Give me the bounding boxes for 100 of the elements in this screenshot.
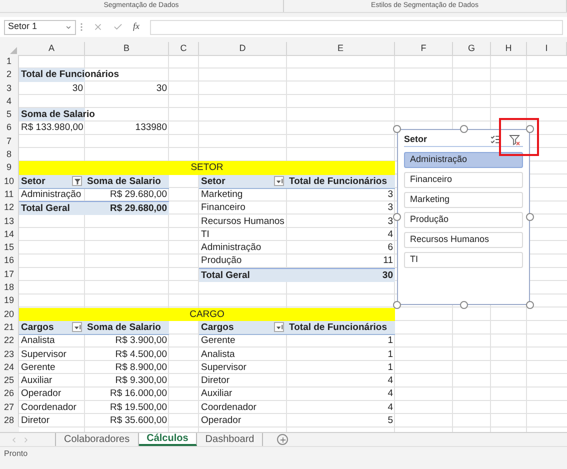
total-cell: R$ 29.680,00 [85,201,169,216]
row-number[interactable]: 18 [0,281,19,294]
table-cell-text: R$ 3.900,00 [114,334,168,348]
row-number[interactable]: 4 [0,94,19,108]
table-cell-text: 1 [386,334,394,348]
row-number[interactable]: 14 [0,228,19,242]
clear-filter-icon[interactable] [509,134,521,146]
slicer-item[interactable]: Marketing [404,192,523,208]
add-sheet-button[interactable] [277,434,288,445]
table-cell-text: Recursos Humanos [200,214,286,228]
row-number[interactable]: 17 [0,268,19,282]
sort-button[interactable] [72,322,82,332]
row-number[interactable]: 24 [0,360,19,374]
table-cell-text: 11 [382,254,394,268]
table-cell-text: 30 [71,82,84,95]
table-cell-text: Coordenador [200,400,258,414]
row-number[interactable]: 1 [0,55,19,68]
total-cell: 30 [287,268,395,282]
table-cell-text: 4 [386,374,394,388]
row-number[interactable]: 13 [0,214,19,228]
row-number[interactable]: 6 [0,121,19,135]
slicer-item[interactable]: Produção [404,212,523,228]
sheet-tab[interactable]: Dashboard [197,433,264,446]
table-cell-text: R$ 29.680,00 [108,188,168,202]
table-cell-text: R$ 16.000,00 [108,387,168,401]
row-number[interactable]: 22 [0,334,19,348]
formula-input[interactable] [150,20,563,34]
header-cell: Soma de Salario [85,320,169,335]
status-text: Pronto [4,448,28,460]
header-cell: Soma de Salario [85,174,169,189]
table-cell-text: R$ 9.300,00 [114,374,168,388]
slicer-title: Setor [404,132,428,146]
table-cell-text: 3 [386,201,394,216]
filter-button[interactable] [72,176,82,186]
cell-text: Cargos [21,320,54,334]
cell-text: Setor [201,174,226,188]
table-cell-text: Coordenador [20,400,78,414]
table-cell-text: 30 [155,82,168,95]
dropdown-icon [65,24,72,30]
cell-text: Cargos [201,320,234,334]
cancel-icon[interactable] [93,22,103,32]
total-cell: Total Geral [19,201,85,216]
name-box-text: Setor 1 [8,20,38,34]
row-number[interactable]: 23 [0,348,19,361]
table-cell-text: Gerente [20,360,56,374]
enter-icon[interactable] [113,22,123,32]
table-cell-text: R$ 35.600,00 [108,414,168,428]
insert-function-button[interactable]: fx [133,20,140,34]
table-cell-text: 6 [386,241,394,254]
table-cell-text: Auxiliar [20,374,54,388]
slicer-item[interactable]: TI [404,252,523,268]
table-cell-text: Financeiro [200,201,246,216]
grip-icon [80,22,83,32]
header-cell: Total de Funcionários [287,174,395,189]
section-banner: CARGO [19,308,395,321]
row-number[interactable]: 7 [0,134,19,148]
slicer-item[interactable]: Recursos Humanos [404,232,523,248]
table-cell-text: Operador [20,387,62,401]
table-cell-text: Supervisor [20,348,68,361]
section-banner: SETOR [19,161,395,175]
row-number[interactable]: 28 [0,414,19,428]
table-cell-text: Diretor [20,414,51,428]
sort-button[interactable] [274,322,284,332]
row-number[interactable]: 15 [0,241,19,254]
multi-select-icon[interactable] [490,134,501,145]
slicer-item[interactable]: Financeiro [404,172,523,188]
row-number[interactable]: 16 [0,254,19,268]
cell-text: Setor [21,174,46,188]
sort-button[interactable] [274,176,284,186]
dropdown-sort-icon [74,324,80,331]
row-number[interactable]: 19 [0,294,19,308]
row-number[interactable]: 8 [0,148,19,162]
table-cell-text: 1 [386,348,394,361]
cell-text: Soma de Salario [21,109,95,120]
filter-icon [74,178,80,185]
sheet-tab[interactable]: Cálculos [138,433,198,446]
table-cell-text: Analista [20,334,56,348]
row-number[interactable]: 27 [0,400,19,414]
table-cell-text: Produção [200,254,243,268]
dropdown-sort-icon [276,178,282,185]
slicer-panel[interactable]: Setor Administração Financeiro Marketing Produção Recursos Humanos TI [397,129,530,305]
cell-text: Total de Funcionários [21,69,119,80]
table-cell-text: Operador [200,414,242,428]
highlight-frame [499,118,539,156]
row-number[interactable]: 3 [0,82,19,95]
name-box[interactable]: Setor 1 [4,20,76,34]
table-cell-text: R$ 133.980,00 [20,121,84,135]
table-cell-text: 5 [386,414,394,428]
table-cell-text: R$ 19.500,00 [108,400,168,414]
table-cell-text: 133980 [134,121,168,135]
slicer-item[interactable]: Administração [404,152,523,168]
table-cell-text: TI [200,228,210,242]
table-cell-text: Gerente [200,334,236,348]
row-number[interactable]: 26 [0,387,19,401]
row-number[interactable]: 11 [0,188,19,202]
table-cell-text: Administração [200,241,262,254]
table-cell-text: R$ 8.900,00 [114,360,168,374]
row-number[interactable]: 25 [0,374,19,388]
table-cell-text: 3 [386,188,394,202]
table-cell-text: Marketing [200,188,244,202]
